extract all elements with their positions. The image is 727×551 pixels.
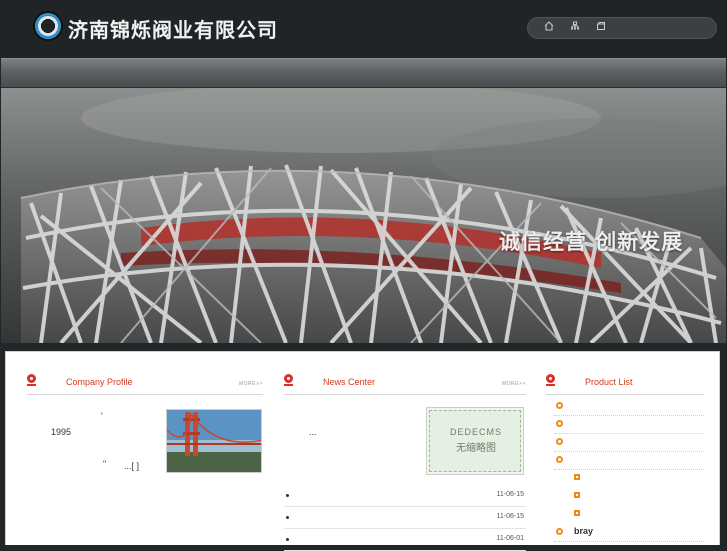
product-category-item[interactable] — [554, 398, 704, 416]
company-profile-header: Company Profile MORE>> — [27, 365, 263, 395]
company-profile-title: Company Profile — [66, 377, 133, 387]
banner-slogan: 诚信经营 创新发展 — [499, 230, 684, 254]
thumbnail-text-brand: DEDECMS — [449, 427, 502, 437]
orange-square-icon — [574, 510, 580, 516]
news-item[interactable]: 11-06-15 — [284, 511, 526, 529]
news-item[interactable]: 11-06-15 — [284, 489, 526, 507]
site-header: 济南锦烁阀业有限公司 — [0, 0, 727, 58]
product-subcategory-item[interactable] — [554, 488, 704, 506]
product-category-label: bray — [574, 526, 594, 536]
bridge-image — [167, 410, 261, 472]
product-category-item[interactable] — [554, 434, 704, 452]
bullet-icon — [286, 538, 289, 541]
product-category-item[interactable] — [554, 416, 704, 434]
location-pin-icon — [284, 374, 293, 386]
product-list-title: Product List — [585, 377, 633, 387]
product-subcategory-item[interactable] — [554, 506, 704, 524]
news-excerpt[interactable]: ... — [309, 427, 317, 437]
company-profile-section: Company Profile MORE>> ' 1995 " ...[ ] — [27, 365, 263, 473]
bullet-icon — [286, 494, 289, 497]
home-icon[interactable] — [542, 21, 556, 35]
thumbnail-placeholder: DEDECMS 无缩略图 — [429, 410, 521, 472]
orange-circle-icon — [556, 528, 563, 535]
company-name[interactable]: 济南锦烁阀业有限公司 — [68, 14, 278, 43]
product-list-section: Product List bray — [546, 365, 704, 542]
bullet-icon — [286, 516, 289, 519]
company-photo[interactable] — [166, 409, 262, 473]
company-profile-more-link[interactable]: MORE>> — [239, 381, 263, 387]
product-subcategory-item[interactable] — [554, 470, 704, 488]
content-panel: Company Profile MORE>> ' 1995 " ...[ ] N… — [5, 351, 720, 551]
location-pin-icon — [27, 374, 36, 386]
product-category-item[interactable] — [554, 452, 704, 470]
orange-circle-icon — [556, 456, 563, 463]
profile-read-more-link[interactable]: ...[ ] — [124, 461, 139, 471]
news-thumbnail[interactable]: DEDECMS 无缩略图 — [426, 407, 524, 475]
news-center-header: News Center MORE>> — [284, 365, 526, 395]
product-category-item[interactable]: bray — [554, 524, 704, 542]
orange-square-icon — [574, 492, 580, 498]
orange-circle-icon — [556, 402, 563, 409]
hero-banner: 诚信经营 创新发展 — [1, 88, 726, 343]
location-pin-icon — [546, 374, 555, 386]
orange-circle-icon — [556, 420, 563, 427]
sitemap-icon[interactable] — [568, 21, 582, 35]
news-center-more-link[interactable]: MORE>> — [502, 381, 526, 387]
header-toolbar — [527, 17, 717, 39]
main-nav-bar — [1, 58, 726, 88]
thumbnail-text-caption: 无缩略图 — [456, 443, 496, 454]
orange-square-icon — [574, 474, 580, 480]
news-item[interactable]: 11-06-01 — [284, 533, 526, 551]
news-center-title: News Center — [323, 377, 376, 387]
news-date: 11-06-01 — [496, 535, 524, 542]
news-date: 11-06-15 — [496, 491, 524, 498]
orange-circle-icon — [556, 438, 563, 445]
stadium-illustration — [1, 88, 726, 343]
bookmark-icon[interactable] — [594, 21, 608, 35]
company-logo-icon[interactable] — [33, 11, 63, 41]
profile-text-comma: ' — [101, 411, 103, 421]
profile-text-quote: " — [103, 459, 107, 469]
news-center-section: News Center MORE>> ... DEDECMS 无缩略图 11-0… — [284, 365, 526, 551]
news-date: 11-06-15 — [496, 513, 524, 520]
profile-founding-year: 1995 — [51, 427, 72, 437]
product-list-header: Product List — [546, 365, 704, 395]
